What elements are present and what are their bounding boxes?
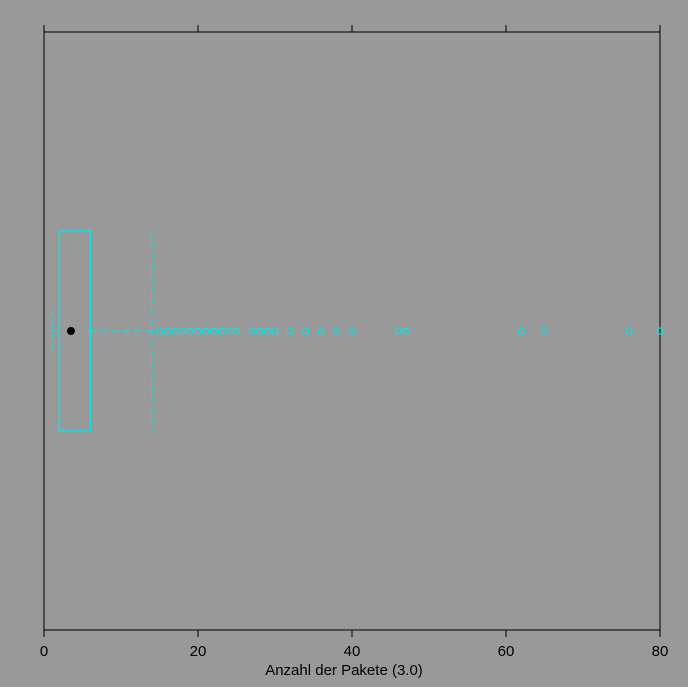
svg-text:80: 80 (652, 643, 669, 660)
chart-canvas: 0 20 40 60 80 (0, 0, 688, 687)
svg-text:40: 40 (344, 643, 361, 660)
svg-text:20: 20 (190, 643, 207, 660)
svg-text:60: 60 (498, 643, 515, 660)
svg-text:0: 0 (40, 643, 48, 660)
x-axis-label: Anzahl der Pakete (3.0) (0, 662, 688, 679)
boxplot-chart: 0 20 40 60 80 Anzahl der Pakete (3.0) (0, 0, 688, 687)
